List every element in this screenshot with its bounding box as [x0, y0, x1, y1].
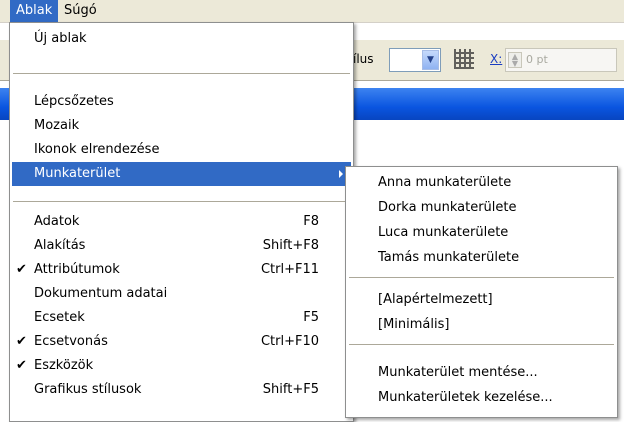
- menu-item-label: Új ablak: [34, 31, 87, 46]
- menu-separator: [13, 73, 350, 74]
- menu-item-shortcut: Shift+F8: [262, 238, 319, 253]
- menu-item-label: Anna munkaterülete: [378, 175, 512, 190]
- workspace-submenu: Anna munkaterülete Dorka munkaterülete L…: [345, 166, 618, 418]
- style-label: ílus: [353, 52, 374, 66]
- menu-item-shortcut: F5: [303, 310, 319, 325]
- menu-item-new-window[interactable]: Új ablak: [12, 27, 351, 51]
- menu-item-tile[interactable]: Mozaik: [12, 114, 351, 138]
- menu-item-tools[interactable]: ✔ Eszközök: [12, 354, 351, 378]
- menu-item-label: Eszközök: [34, 358, 94, 373]
- menu-item-label: Mozaik: [34, 118, 80, 133]
- checkmark-icon: ✔: [16, 334, 27, 349]
- checkmark-icon: ✔: [16, 358, 27, 373]
- menu-item-label: Ecsetek: [34, 310, 85, 325]
- workspace-item-luca[interactable]: Luca munkaterülete: [348, 221, 615, 245]
- menu-separator: [349, 344, 614, 345]
- menu-item-label: Attribútumok: [34, 262, 120, 277]
- menu-item-label: [Minimális]: [378, 317, 450, 332]
- menu-separator: [349, 277, 614, 278]
- menu-item-attributes[interactable]: ✔ Attribútumok Ctrl+F11: [12, 258, 351, 282]
- menu-item-stroke[interactable]: ✔ Ecsetvonás Ctrl+F10: [12, 330, 351, 354]
- x-value: 0 pt: [526, 53, 548, 66]
- menu-item-label: Ecsetvonás: [34, 334, 108, 349]
- menu-item-label: Alakítás: [34, 238, 86, 253]
- menu-item-data[interactable]: Adatok F8: [12, 210, 351, 234]
- style-select[interactable]: ▼: [389, 48, 441, 72]
- menu-item-cascade[interactable]: Lépcsőzetes: [12, 90, 351, 114]
- menu-item-label: Lépcsőzetes: [34, 94, 114, 109]
- menu-item-arrange-icons[interactable]: Ikonok elrendezése: [12, 138, 351, 162]
- menu-item-shortcut: Ctrl+F11: [260, 262, 319, 277]
- menu-item-label: [Alapértelmezett]: [378, 292, 493, 307]
- menu-item-label: Munkaterületek kezelése...: [378, 390, 553, 405]
- menu-item-label: Munkaterület: [34, 166, 121, 181]
- reference-point-icon[interactable]: [454, 49, 474, 69]
- menu-sugo[interactable]: Súgó: [58, 0, 103, 22]
- menu-item-workspace[interactable]: Munkaterület: [12, 162, 351, 186]
- menu-item-label: Munkaterület mentése...: [378, 365, 538, 380]
- menu-item-label: Ikonok elrendezése: [34, 142, 160, 157]
- menu-item-transform[interactable]: Alakítás Shift+F8: [12, 234, 351, 258]
- workspace-item-dorka[interactable]: Dorka munkaterülete: [348, 196, 615, 220]
- checkmark-icon: ✔: [16, 262, 27, 277]
- menu-item-graphic-styles[interactable]: Grafikus stílusok Shift+F5: [12, 378, 351, 402]
- workspace-item-default[interactable]: [Alapértelmezett]: [348, 288, 615, 312]
- workspace-manage-item[interactable]: Munkaterületek kezelése...: [348, 386, 615, 410]
- x-label: X:: [490, 52, 503, 66]
- submenu-arrow-icon: [339, 170, 343, 178]
- workspace-item-tamas[interactable]: Tamás munkaterülete: [348, 246, 615, 270]
- menu-bar: Ablak Súgó: [0, 0, 624, 23]
- menu-separator: [13, 201, 350, 202]
- menu-item-shortcut: Ctrl+F10: [260, 334, 319, 349]
- menu-item-shortcut: F8: [303, 214, 319, 229]
- ablak-menu: Új ablak Lépcsőzetes Mozaik Ikonok elren…: [9, 22, 354, 422]
- menu-item-shortcut: Shift+F5: [262, 382, 319, 397]
- menu-item-label: Tamás munkaterülete: [378, 250, 520, 265]
- menu-item-label: Adatok: [34, 214, 80, 229]
- menu-item-brushes[interactable]: Ecsetek F5: [12, 306, 351, 330]
- menu-item-label: Grafikus stílusok: [34, 382, 142, 397]
- workspace-item-anna[interactable]: Anna munkaterülete: [348, 171, 615, 195]
- menu-ablak[interactable]: Ablak: [10, 0, 59, 22]
- menu-item-document-info[interactable]: Dokumentum adatai: [12, 282, 351, 306]
- dropdown-arrow-icon[interactable]: ▼: [422, 50, 439, 70]
- menu-item-label: Luca munkaterülete: [378, 225, 509, 240]
- workspace-item-minimal[interactable]: [Minimális]: [348, 313, 615, 337]
- menu-item-label: Dokumentum adatai: [34, 286, 168, 301]
- workspace-save-item[interactable]: Munkaterület mentése...: [348, 361, 615, 385]
- x-position-input[interactable]: ▲ ▼ 0 pt: [505, 48, 617, 72]
- menu-item-label: Dorka munkaterülete: [378, 200, 517, 215]
- spinner-icon[interactable]: ▲ ▼: [508, 52, 522, 68]
